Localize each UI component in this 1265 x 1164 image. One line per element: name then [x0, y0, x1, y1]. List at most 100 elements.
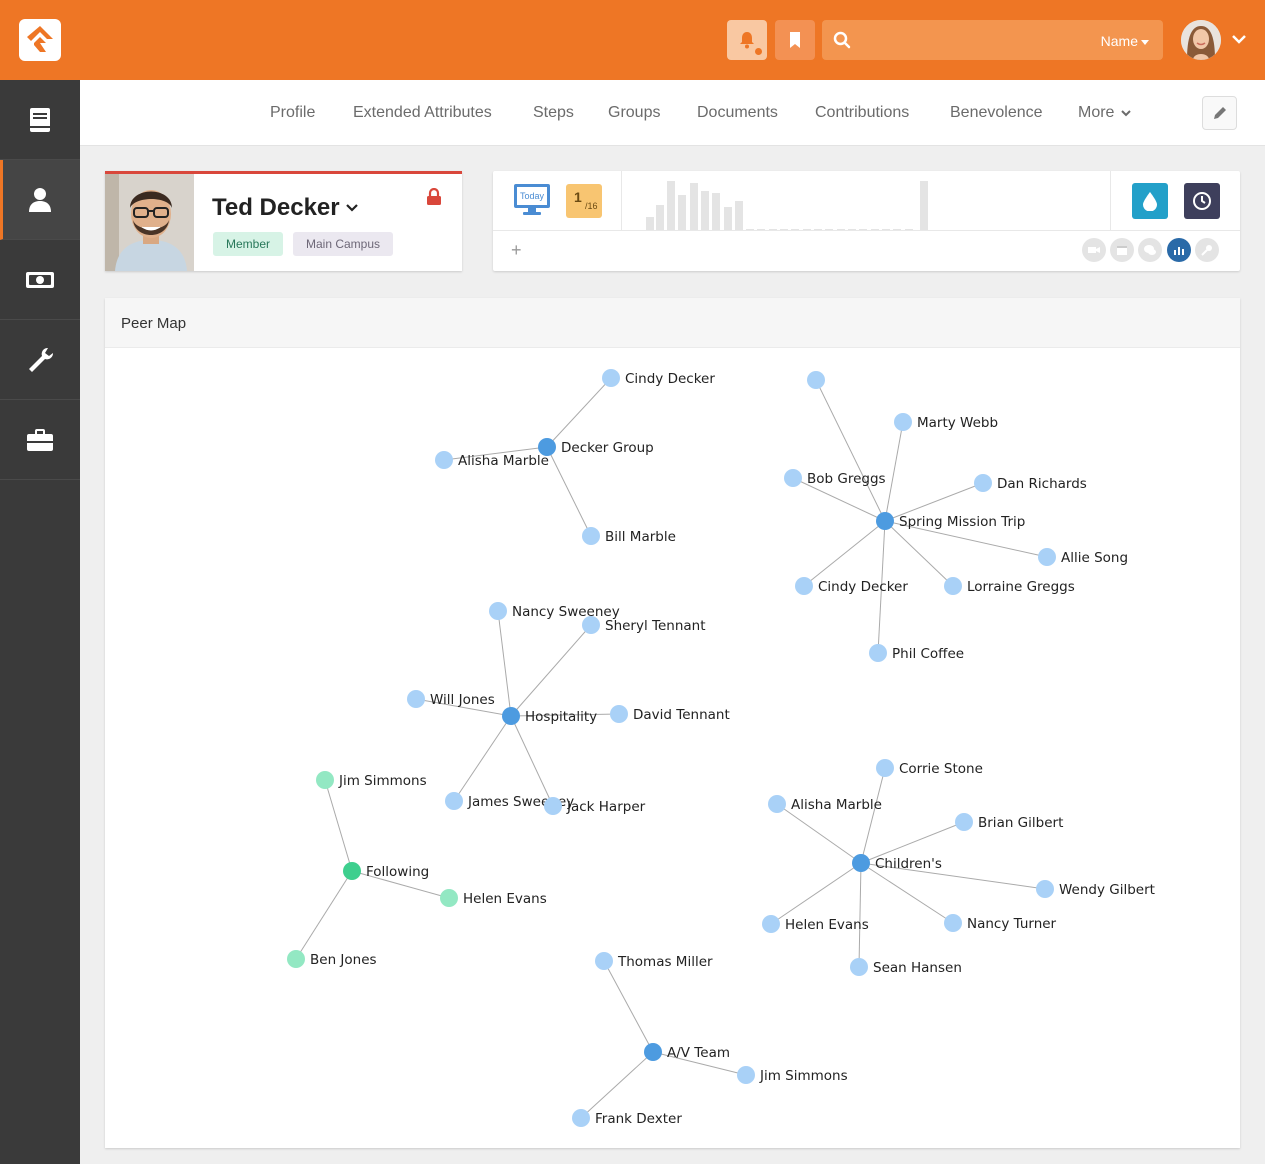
messages-badge[interactable] [1138, 238, 1162, 262]
baptism-badge[interactable] [1132, 183, 1168, 219]
person-node[interactable]: Jack Harper [544, 797, 646, 815]
group-node[interactable]: Hospitality [502, 707, 597, 725]
group-node[interactable]: Decker Group [538, 438, 654, 456]
node-dot[interactable] [784, 469, 802, 487]
person-node[interactable]: Sean Hansen [850, 958, 962, 976]
node-label: Thomas Miller [617, 954, 713, 970]
graph-edge [546, 377, 612, 448]
node-dot[interactable] [955, 813, 973, 831]
calendar-badge[interactable] [1110, 238, 1134, 262]
chevron-down-icon[interactable] [345, 201, 359, 215]
node-dot[interactable] [876, 759, 894, 777]
node-dot[interactable] [894, 413, 912, 431]
person-node[interactable]: Bob Greggs [784, 469, 886, 487]
node-dot[interactable] [876, 512, 894, 530]
node-dot[interactable] [445, 792, 463, 810]
node-dot[interactable] [316, 771, 334, 789]
person-node[interactable]: Bill Marble [582, 527, 676, 545]
node-dot[interactable] [944, 914, 962, 932]
notifications-button[interactable] [727, 20, 767, 60]
group-node[interactable]: Following [343, 862, 429, 880]
analytics-badge[interactable] [1167, 238, 1191, 262]
tab-more[interactable]: More [1078, 104, 1132, 122]
node-dot[interactable] [974, 474, 992, 492]
node-dot[interactable] [852, 854, 870, 872]
search-input[interactable] [862, 20, 1082, 60]
node-dot[interactable] [644, 1043, 662, 1061]
sidebar-item-book[interactable] [0, 80, 80, 160]
sidebar-item-admin[interactable] [0, 400, 80, 480]
person-node[interactable] [807, 371, 825, 389]
node-dot[interactable] [572, 1109, 590, 1127]
node-dot[interactable] [768, 795, 786, 813]
tab-extended-attributes[interactable]: Extended Attributes [353, 104, 492, 122]
node-dot[interactable] [582, 616, 600, 634]
node-dot[interactable] [762, 915, 780, 933]
node-dot[interactable] [595, 952, 613, 970]
person-node[interactable]: Jim Simmons [316, 771, 427, 789]
person-node[interactable]: Phil Coffee [869, 644, 964, 662]
node-dot[interactable] [343, 862, 361, 880]
person-node[interactable]: Helen Evans [762, 915, 869, 933]
person-node[interactable]: Helen Evans [440, 889, 547, 907]
node-dot[interactable] [287, 950, 305, 968]
person-node[interactable]: Marty Webb [894, 413, 998, 431]
person-node[interactable]: Will Jones [407, 690, 495, 708]
tab-groups[interactable]: Groups [608, 104, 660, 122]
person-node[interactable]: Wendy Gilbert [1036, 880, 1155, 898]
node-dot[interactable] [1038, 548, 1056, 566]
node-dot[interactable] [502, 707, 520, 725]
tab-steps[interactable]: Steps [533, 104, 574, 122]
person-node[interactable]: Allie Song [1038, 548, 1128, 566]
node-dot[interactable] [737, 1066, 755, 1084]
node-dot[interactable] [582, 527, 600, 545]
node-dot[interactable] [807, 371, 825, 389]
peer-map-graph[interactable]: Decker Group Cindy Decker Alisha Marble Bil… [105, 298, 1240, 1148]
rock-logo[interactable] [19, 19, 61, 61]
bookmarks-button[interactable] [775, 20, 815, 60]
node-dot[interactable] [869, 644, 887, 662]
node-dot[interactable] [850, 958, 868, 976]
person-node[interactable]: Ben Jones [287, 950, 377, 968]
key-badge[interactable] [1195, 238, 1219, 262]
node-dot[interactable] [1036, 880, 1054, 898]
person-node[interactable]: Thomas Miller [595, 952, 713, 970]
chevron-down-icon[interactable] [1231, 32, 1247, 48]
node-dot[interactable] [435, 451, 453, 469]
person-node[interactable]: Lorraine Greggs [944, 577, 1075, 595]
sidebar-item-finance[interactable] [0, 240, 80, 320]
sidebar-item-tools[interactable] [0, 320, 80, 400]
person-node[interactable]: Corrie Stone [876, 759, 983, 777]
edit-person-button[interactable] [1202, 96, 1237, 130]
tab-benevolence[interactable]: Benevolence [950, 104, 1043, 122]
tab-profile[interactable]: Profile [270, 104, 315, 122]
user-avatar[interactable] [1181, 20, 1221, 60]
person-node[interactable]: Jim Simmons [737, 1066, 848, 1084]
person-node[interactable]: Dan Richards [974, 474, 1087, 492]
tab-documents[interactable]: Documents [697, 104, 778, 122]
video-badge[interactable] [1082, 238, 1106, 262]
group-node[interactable]: Spring Mission Trip [876, 512, 1025, 530]
node-dot[interactable] [544, 797, 562, 815]
group-node[interactable]: Children's [852, 854, 942, 872]
person-node[interactable]: Nancy Sweeney [489, 602, 620, 620]
graph-edge [546, 446, 592, 537]
add-badge-button[interactable]: + [511, 240, 522, 260]
node-dot[interactable] [489, 602, 507, 620]
tab-contributions[interactable]: Contributions [815, 104, 909, 122]
group-node[interactable]: A/V Team [644, 1043, 730, 1061]
search-type-dropdown[interactable]: Name [1101, 33, 1149, 49]
node-dot[interactable] [407, 690, 425, 708]
person-node[interactable]: Brian Gilbert [955, 813, 1063, 831]
node-dot[interactable] [602, 369, 620, 387]
node-dot[interactable] [610, 705, 628, 723]
era-badge[interactable] [1184, 183, 1220, 219]
sidebar-item-person[interactable] [0, 160, 80, 240]
person-node[interactable]: David Tennant [610, 705, 730, 723]
person-node[interactable]: Alisha Marble [435, 451, 549, 469]
node-dot[interactable] [795, 577, 813, 595]
person-node[interactable]: Nancy Turner [944, 914, 1057, 932]
node-dot[interactable] [440, 889, 458, 907]
node-dot[interactable] [944, 577, 962, 595]
person-node[interactable]: Cindy Decker [602, 369, 715, 387]
